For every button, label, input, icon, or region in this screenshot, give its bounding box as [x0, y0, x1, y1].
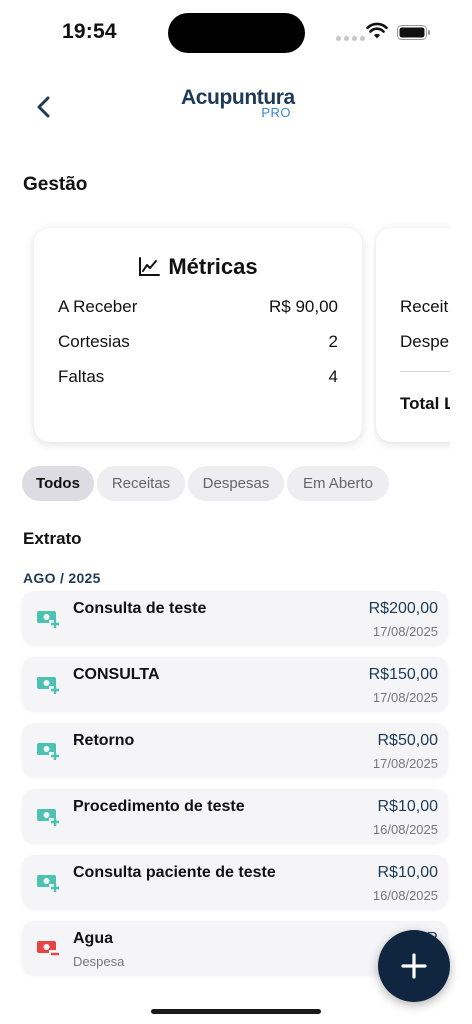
- metric-row: A Receber R$ 90,00: [58, 297, 338, 317]
- money-plus-icon: [37, 743, 61, 760]
- metric-label: Cortesias: [58, 332, 130, 351]
- transaction-item[interactable]: Consulta paciente de teste R$10,00 16/08…: [22, 855, 448, 909]
- plus-icon: [401, 953, 427, 979]
- metric-value: 2: [328, 332, 338, 351]
- transaction-type: Despesa: [73, 954, 125, 969]
- metrics-card: Métricas A Receber R$ 90,00 Cortesias 2 …: [34, 228, 362, 442]
- extrato-title: Extrato: [23, 529, 82, 548]
- transaction-amount: R$200,00: [368, 600, 438, 617]
- filter-despesas[interactable]: Despesas: [188, 466, 284, 501]
- filter-em-aberto[interactable]: Em Aberto: [287, 466, 389, 501]
- transaction-name: Agua: [73, 930, 113, 947]
- transaction-item[interactable]: Consulta de teste R$200,00 17/08/2025: [22, 591, 448, 645]
- metrics-card-title: Métricas: [34, 254, 362, 280]
- money-plus-icon: [37, 611, 61, 628]
- month-label: AGO / 2025: [23, 570, 101, 586]
- metric-value: 4: [328, 367, 338, 386]
- dynamic-island: [168, 13, 305, 53]
- transaction-name: Procedimento de teste: [73, 798, 245, 815]
- add-transaction-button[interactable]: [378, 930, 450, 1002]
- summary-row-label: Receit: [400, 297, 449, 316]
- second-card-viewport: Receit Despe Total L: [374, 222, 450, 450]
- metric-row: Faltas 4: [58, 367, 338, 387]
- filter-receitas[interactable]: Receitas: [97, 466, 185, 501]
- transaction-date: 17/08/2025: [372, 624, 438, 639]
- transaction-name: CONSULTA: [73, 666, 160, 683]
- divider: [400, 371, 450, 372]
- metric-label: A Receber: [58, 297, 138, 316]
- metric-label: Faltas: [58, 367, 105, 386]
- transaction-name: Consulta paciente de teste: [73, 864, 276, 881]
- back-button[interactable]: [34, 95, 54, 119]
- money-plus-icon: [37, 809, 61, 826]
- metrics-title-text: Métricas: [168, 254, 258, 279]
- transaction-date: 16/08/2025: [372, 888, 438, 903]
- line-chart-icon: [139, 257, 161, 276]
- logo-sub-text: PRO: [261, 105, 291, 120]
- transaction-name: Consulta de teste: [73, 600, 207, 617]
- transaction-date: 17/08/2025: [372, 690, 438, 705]
- summary-row-label: Despe: [400, 332, 450, 351]
- metric-row: Cortesias 2: [58, 332, 338, 352]
- transaction-amount: R$50,00: [377, 732, 439, 749]
- metric-value: R$ 90,00: [269, 297, 338, 316]
- money-plus-icon: [37, 875, 61, 892]
- transaction-date: 16/08/2025: [372, 822, 438, 837]
- wifi-icon: [366, 22, 388, 39]
- transaction-amount: R$10,00: [377, 798, 439, 815]
- section-title: Gestão: [23, 174, 88, 195]
- financial-summary-card[interactable]: Receit Despe Total L: [376, 228, 450, 442]
- transaction-item[interactable]: Retorno R$50,00 17/08/2025: [22, 723, 448, 777]
- money-plus-icon: [37, 677, 61, 694]
- app-logo: Acupuntura PRO: [181, 86, 295, 122]
- filter-chips: Todos Receitas Despesas Em Aberto: [22, 466, 389, 501]
- transaction-amount: R$10,00: [377, 864, 439, 881]
- filter-todos[interactable]: Todos: [22, 466, 94, 501]
- transaction-item[interactable]: Procedimento de teste R$10,00 16/08/2025: [22, 789, 448, 843]
- status-time: 19:54: [62, 20, 117, 43]
- summary-total-label: Total L: [400, 394, 450, 413]
- signal-icon: [336, 36, 365, 41]
- money-minus-icon: [37, 941, 61, 958]
- home-indicator[interactable]: [151, 1009, 321, 1014]
- transaction-item[interactable]: CONSULTA R$150,00 17/08/2025: [22, 657, 448, 711]
- battery-icon: [397, 25, 430, 40]
- transaction-amount: R$150,00: [368, 666, 438, 683]
- transaction-name: Retorno: [73, 732, 135, 749]
- screen: 19:54 Acupuntura PRO Gestão Métricas A R…: [0, 0, 472, 1024]
- transaction-date: 17/08/2025: [372, 756, 438, 771]
